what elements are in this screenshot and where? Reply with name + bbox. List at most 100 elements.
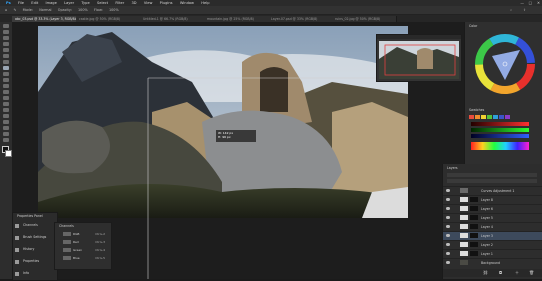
channel-row[interactable]: Red Ctrl+3 (59, 239, 107, 245)
panels-header: Properties Panel (17, 214, 43, 218)
visibility-eye-icon[interactable] (446, 261, 450, 264)
background-color-swatch[interactable] (5, 150, 12, 157)
channels-title[interactable]: Channels (59, 224, 74, 228)
mode-label: Mode: (22, 8, 33, 12)
channel-thumbnail (63, 256, 71, 260)
layer-thumbnail (460, 242, 468, 247)
layer-thumbnail (460, 188, 468, 193)
swatch[interactable] (469, 115, 474, 119)
flow-label: Flow: (94, 8, 103, 12)
layer-row[interactable]: Layer 8 (443, 195, 542, 204)
history-brush-tool-icon[interactable] (3, 78, 9, 82)
layer-filter-bar[interactable] (447, 173, 537, 177)
visibility-eye-icon[interactable] (446, 198, 450, 201)
visibility-eye-icon[interactable] (446, 189, 450, 192)
layer-row[interactable]: Layer 1 (443, 249, 542, 258)
info-icon (15, 272, 19, 276)
healing-brush-tool-icon[interactable] (3, 60, 9, 64)
visibility-eye-icon[interactable] (446, 252, 450, 255)
layers-panel: Layers Curves Adjustment 1 Layer 8 Layer… (442, 164, 542, 279)
swatch[interactable] (481, 115, 486, 119)
zoom-tool-icon[interactable] (3, 138, 9, 142)
channels-panel: Channels RGB Ctrl+2 Red Ctrl+3 Green Ctr… (54, 222, 112, 270)
swatch[interactable] (487, 115, 492, 119)
visibility-eye-icon[interactable] (446, 216, 450, 219)
panel-item-info[interactable]: Info (15, 269, 55, 279)
search-icon[interactable]: ⌕ (510, 6, 512, 14)
panel-item-channels[interactable]: Channels (15, 221, 55, 231)
visibility-eye-icon[interactable] (446, 225, 450, 228)
visibility-eye-icon[interactable] (446, 234, 450, 237)
eyedropper-tool-icon[interactable] (3, 54, 9, 58)
layer-mask-thumbnail (470, 197, 478, 202)
blur-tool-icon[interactable] (3, 96, 9, 100)
flow-value[interactable]: 100% (109, 6, 119, 14)
channel-thumbnail (63, 240, 71, 244)
trash-icon[interactable]: 🗑 (529, 270, 534, 275)
shape-tool-icon[interactable] (3, 126, 9, 130)
layer-row-selected[interactable]: Layer 3 (443, 231, 542, 240)
opacity-value[interactable]: 100% (78, 6, 88, 14)
swatch[interactable] (505, 115, 510, 119)
layer-mask-thumbnail (470, 206, 478, 211)
channel-row[interactable]: Green Ctrl+4 (59, 247, 107, 253)
eraser-tool-icon[interactable] (3, 84, 9, 88)
lasso-tool-icon[interactable] (3, 36, 9, 40)
channel-thumbnail (63, 248, 71, 252)
layer-mask-thumbnail (470, 215, 478, 220)
navigator-thumbnail[interactable] (377, 39, 461, 81)
opacity-label: Opacity: (57, 8, 72, 12)
layer-row[interactable]: Layer 6 (443, 204, 542, 213)
color-bars[interactable] (471, 122, 529, 152)
new-layer-icon[interactable]: ＋ (515, 270, 519, 276)
layer-thumbnail (460, 215, 468, 220)
navigator-panel[interactable] (376, 34, 462, 82)
mode-select[interactable]: Normal (39, 6, 51, 14)
layer-row[interactable]: Background (443, 258, 542, 267)
add-mask-icon[interactable]: ◘ (499, 270, 502, 275)
layer-name: Layer 1 (481, 252, 493, 256)
swatch[interactable] (475, 115, 480, 119)
layer-row[interactable]: Layer 5 (443, 213, 542, 222)
layer-row[interactable]: Layer 2 (443, 240, 542, 249)
clone-stamp-tool-icon[interactable] (3, 72, 9, 76)
swatch[interactable] (493, 115, 498, 119)
quick-select-tool-icon[interactable] (3, 42, 9, 46)
layer-row[interactable]: Curves Adjustment 1 (443, 186, 542, 195)
options-bar: ⌂ ✎ Mode: Normal Opacity: 100% Flow: 100… (0, 6, 542, 15)
channel-row[interactable]: Blue Ctrl+5 (59, 255, 107, 261)
marquee-tool-icon[interactable] (3, 30, 9, 34)
pen-tool-icon[interactable] (3, 108, 9, 112)
visibility-eye-icon[interactable] (446, 207, 450, 210)
brush-tool-icon[interactable] (3, 66, 9, 70)
dodge-tool-icon[interactable] (3, 102, 9, 106)
visibility-eye-icon[interactable] (446, 243, 450, 246)
panel-item-history[interactable]: History (15, 245, 55, 255)
color-wheel[interactable] (465, 28, 542, 96)
properties-icon (15, 260, 19, 264)
layer-row[interactable]: Layer 4 (443, 222, 542, 231)
type-tool-icon[interactable] (3, 114, 9, 118)
gradient-tool-icon[interactable] (3, 90, 9, 94)
layer-name: Layer 6 (481, 207, 493, 211)
path-select-tool-icon[interactable] (3, 120, 9, 124)
layers-panel-tab[interactable]: Layers (447, 166, 458, 170)
layer-thumbnail (460, 197, 468, 202)
layer-thumbnail (460, 260, 468, 265)
layer-name: Background (481, 261, 501, 265)
hand-tool-icon[interactable] (3, 132, 9, 136)
share-icon[interactable]: ⇪ (523, 6, 526, 14)
panel-item-brush-settings[interactable]: Brush Settings (15, 233, 55, 243)
channel-row[interactable]: RGB Ctrl+2 (59, 231, 107, 237)
swatches-panel-tab[interactable]: Swatches (469, 108, 484, 112)
swatch[interactable] (499, 115, 504, 119)
layer-name: Layer 5 (481, 216, 493, 220)
crop-tool-icon[interactable] (3, 48, 9, 52)
move-tool-icon[interactable] (3, 24, 9, 28)
panel-item-properties[interactable]: Properties (15, 257, 55, 267)
home-icon[interactable]: ⌂ (5, 6, 7, 14)
link-layers-icon[interactable]: ⛓ (483, 270, 488, 275)
brush-settings-icon (15, 236, 19, 240)
brush-tool-icon[interactable]: ✎ (13, 6, 16, 14)
blend-mode-bar[interactable] (447, 179, 537, 183)
